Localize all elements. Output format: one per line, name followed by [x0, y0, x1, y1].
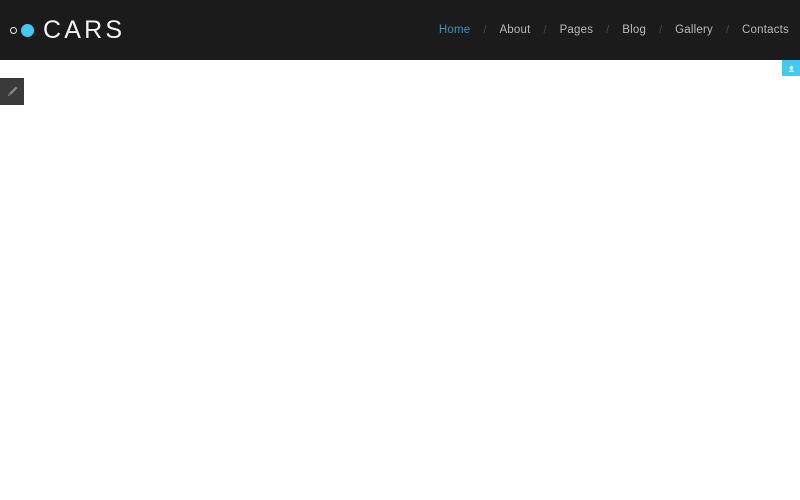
nav-item-about[interactable]: About	[498, 24, 531, 36]
brand-name: CARS	[43, 15, 126, 44]
nav-item-blog[interactable]: Blog	[621, 24, 647, 36]
nav-separator: /	[543, 24, 547, 36]
upload-arrow-icon	[787, 64, 796, 73]
scroll-to-top-button[interactable]	[782, 60, 800, 76]
nav-item-pages[interactable]: Pages	[559, 24, 595, 36]
nav-item-gallery[interactable]: Gallery	[674, 24, 714, 36]
nav-separator: /	[659, 24, 663, 36]
nav-separator: /	[483, 24, 487, 36]
brand-mark	[8, 23, 34, 37]
nav-item-home[interactable]: Home	[438, 24, 471, 36]
pencil-icon	[6, 85, 19, 98]
page-body	[0, 60, 800, 500]
nav-item-contacts[interactable]: Contacts	[741, 24, 790, 36]
brand-logo[interactable]: CARS	[8, 15, 126, 44]
site-header: CARS Home / About / Pages / Blog / Galle…	[0, 0, 800, 60]
circle-filled-icon	[21, 23, 34, 37]
circle-outline-icon	[10, 26, 17, 34]
edit-tab-button[interactable]	[0, 78, 24, 105]
nav-separator: /	[725, 24, 730, 36]
main-nav: Home / About / Pages / Blog / Gallery / …	[438, 24, 795, 36]
nav-separator: /	[606, 24, 610, 36]
